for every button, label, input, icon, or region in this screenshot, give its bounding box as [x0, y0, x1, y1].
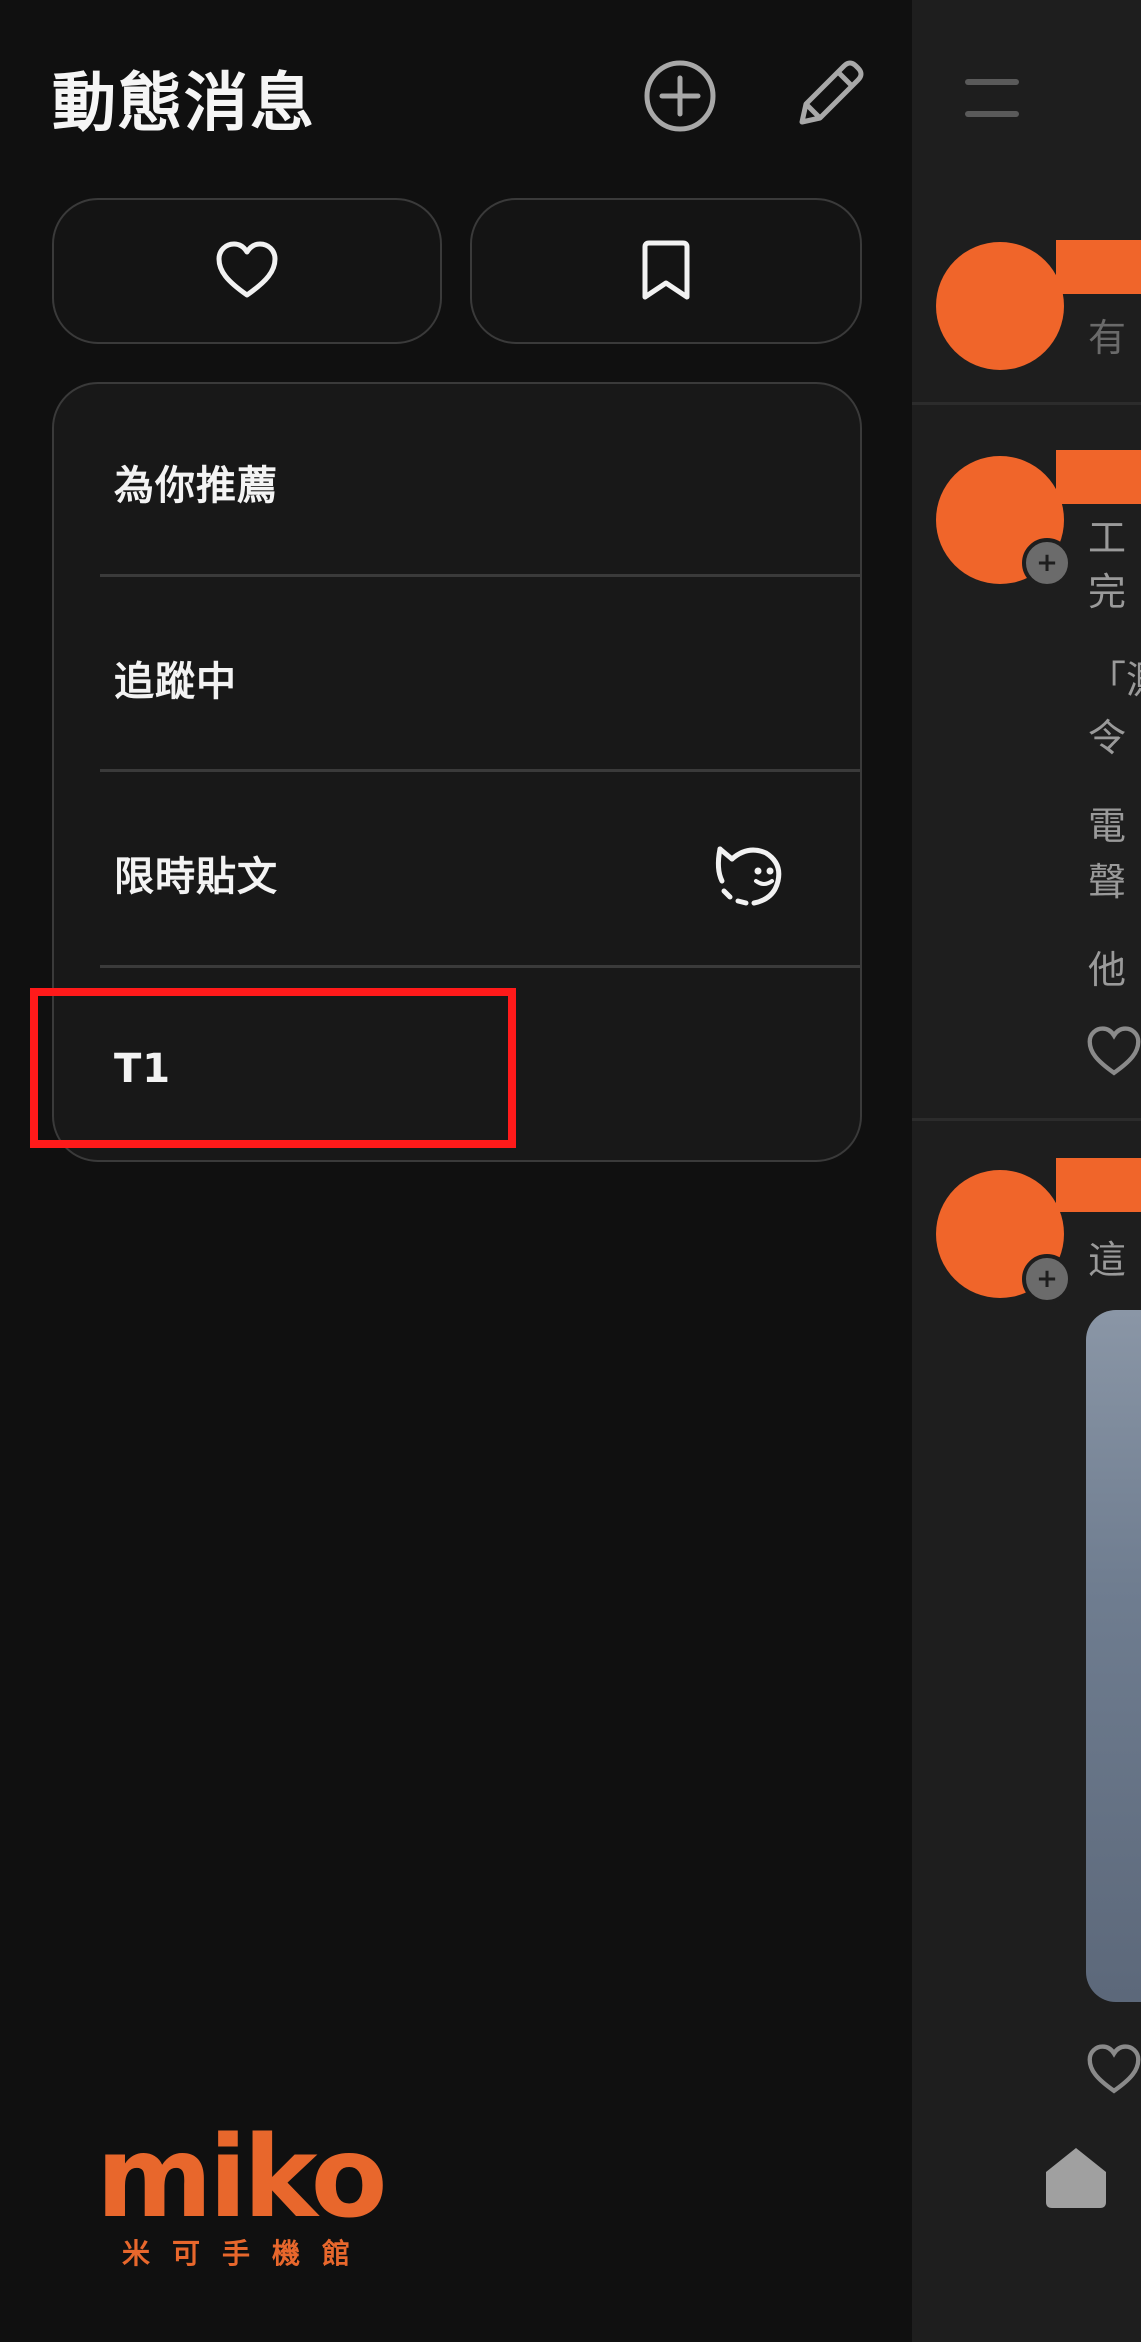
heart-icon[interactable] — [1086, 2044, 1141, 2096]
bookmark-icon — [642, 240, 690, 300]
divider — [100, 574, 860, 577]
menu-item-following[interactable]: 追蹤中 — [54, 580, 860, 776]
feed-drawer: 動態消息 為你推薦 追蹤中 限時貼文 T1 miko 米可手機館 — [0, 0, 912, 2342]
redacted-name — [1056, 1158, 1141, 1212]
follow-badge[interactable]: + — [1022, 1254, 1072, 1304]
heart-icon — [216, 241, 278, 298]
heart-icon[interactable] — [1086, 1026, 1141, 1078]
menu-item-stories[interactable]: 限時貼文 — [54, 775, 860, 971]
menu-icon[interactable] — [964, 76, 1020, 120]
post-text: 「測 — [1088, 658, 1141, 702]
post-text: 完 — [1088, 570, 1127, 614]
divider — [912, 402, 1141, 405]
likes-button[interactable] — [52, 198, 442, 344]
composer-hint[interactable]: 有 — [1088, 312, 1126, 364]
logo-subtitle: 米可手機館 — [122, 2237, 373, 2270]
menu-item-for-you[interactable]: 為你推薦 — [54, 384, 860, 580]
menu-item-label: 追蹤中 — [114, 659, 237, 705]
post-media[interactable] — [1086, 1310, 1141, 2002]
home-icon[interactable] — [1040, 2142, 1112, 2212]
drawer-title: 動態消息 — [52, 67, 316, 141]
divider — [912, 1118, 1141, 1121]
logo-word: miko — [96, 2113, 388, 2243]
post-text: 電 — [1088, 804, 1127, 848]
post-text: 這 — [1088, 1238, 1127, 1282]
post-text: 他 — [1088, 948, 1127, 992]
plus-circle-icon[interactable] — [640, 56, 720, 136]
menu-item-label: 限時貼文 — [114, 854, 278, 900]
menu-item-label: 為你推薦 — [114, 463, 278, 509]
saved-button[interactable] — [470, 198, 862, 344]
redacted-name — [1056, 450, 1141, 504]
post-text: 聲 — [1088, 860, 1127, 904]
post-text: 令 — [1088, 716, 1127, 760]
avatar[interactable] — [936, 242, 1064, 370]
pencil-icon[interactable] — [786, 54, 870, 138]
redacted-name — [1056, 240, 1141, 294]
divider — [100, 769, 860, 772]
post-text: 工 — [1088, 516, 1127, 560]
follow-badge[interactable]: + — [1022, 538, 1072, 588]
ghost-face-icon — [715, 846, 782, 906]
miko-logo: miko 米可手機館 — [96, 2113, 388, 2272]
feed-panel: 有 + 工 完 「測 令 電 聲 他 + 這 — [912, 0, 1141, 2342]
divider — [100, 965, 860, 968]
highlight-box — [30, 988, 516, 1148]
